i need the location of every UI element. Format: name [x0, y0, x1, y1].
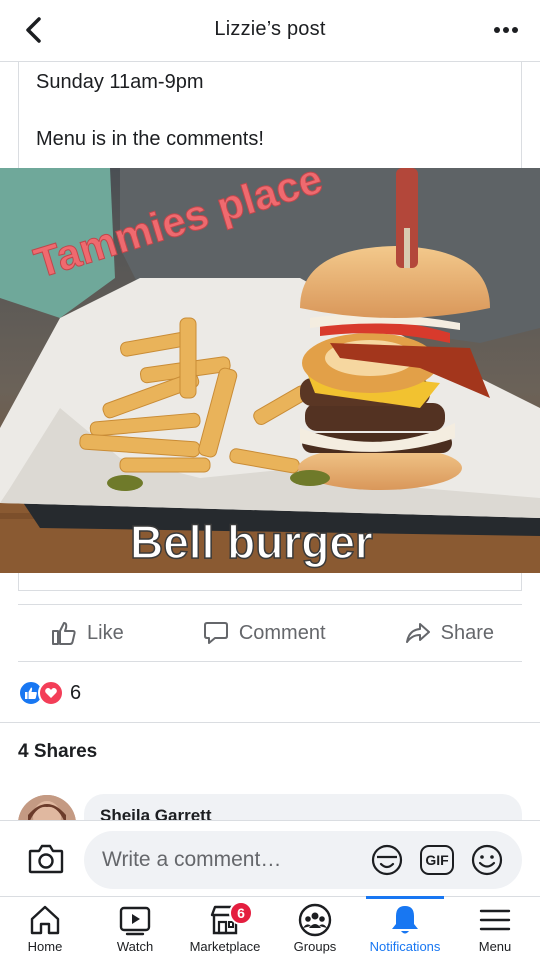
share-arrow-icon — [405, 623, 430, 643]
shares-count[interactable]: 4 Shares — [18, 741, 97, 763]
emoji-icon[interactable] — [470, 843, 504, 877]
nav-marketplace-label: Marketplace — [189, 939, 261, 954]
share-label: Share — [440, 621, 494, 644]
camera-icon — [28, 844, 64, 874]
like-button[interactable]: Like — [51, 620, 124, 646]
share-button[interactable]: Share — [405, 620, 494, 646]
photo-frame — [18, 573, 522, 591]
sticker-icon[interactable] — [370, 843, 404, 877]
post-hours-line: Sunday 11am-9pm — [36, 71, 204, 93]
like-label: Like — [87, 621, 124, 644]
post-text: Sunday 11am-9pm Menu is in the comments! — [18, 62, 522, 168]
comment-placeholder: Write a comment… — [102, 848, 282, 871]
top-bar: Lizzie’s post — [0, 0, 540, 62]
nav-menu-label: Menu — [478, 939, 512, 954]
menu-icon — [479, 909, 511, 931]
post-menu-line: Menu is in the comments! — [36, 128, 264, 150]
bell-icon — [392, 906, 418, 934]
thumbs-up-icon — [52, 622, 76, 645]
groups-icon — [298, 903, 332, 937]
nav-groups-label: Groups — [293, 939, 337, 954]
divider — [0, 722, 540, 723]
nav-marketplace[interactable]: 6 Marketplace — [180, 897, 270, 960]
comment-composer: Write a comment… GIF — [0, 820, 540, 896]
marketplace-badge: 6 — [229, 901, 253, 925]
reaction-summary[interactable]: 6 — [18, 680, 81, 706]
post-actions: Like Comment Share — [18, 604, 522, 662]
gif-button[interactable]: GIF — [420, 845, 454, 875]
post-photo[interactable]: Tammies place Bell burger — [0, 168, 540, 573]
more-horizontal-icon — [494, 27, 518, 33]
page-title: Lizzie’s post — [214, 18, 326, 40]
comment-label: Comment — [238, 621, 326, 644]
reaction-count: 6 — [70, 681, 82, 704]
nav-notifications-label: Notifications — [369, 939, 441, 954]
watch-icon — [119, 906, 151, 936]
nav-home-label: Home — [27, 939, 63, 954]
bottom-nav: Home Watch 6 Marketplace Groups Notifica… — [0, 896, 540, 960]
comment-input[interactable]: Write a comment… GIF — [84, 831, 522, 889]
nav-watch[interactable]: Watch — [90, 897, 180, 960]
nav-watch-label: Watch — [116, 939, 154, 954]
camera-button[interactable] — [28, 841, 64, 877]
comment-bubble-icon — [203, 622, 228, 644]
nav-home[interactable]: Home — [0, 897, 90, 960]
nav-notifications[interactable]: Notifications — [360, 896, 450, 960]
photo-caption-bottom: Bell burger — [130, 516, 373, 568]
love-reaction-icon — [38, 680, 64, 706]
nav-menu[interactable]: Menu — [450, 897, 540, 960]
comment-button[interactable]: Comment — [203, 620, 326, 646]
nav-groups[interactable]: Groups — [270, 897, 360, 960]
more-options-button[interactable] — [490, 14, 522, 46]
home-icon — [30, 905, 60, 935]
